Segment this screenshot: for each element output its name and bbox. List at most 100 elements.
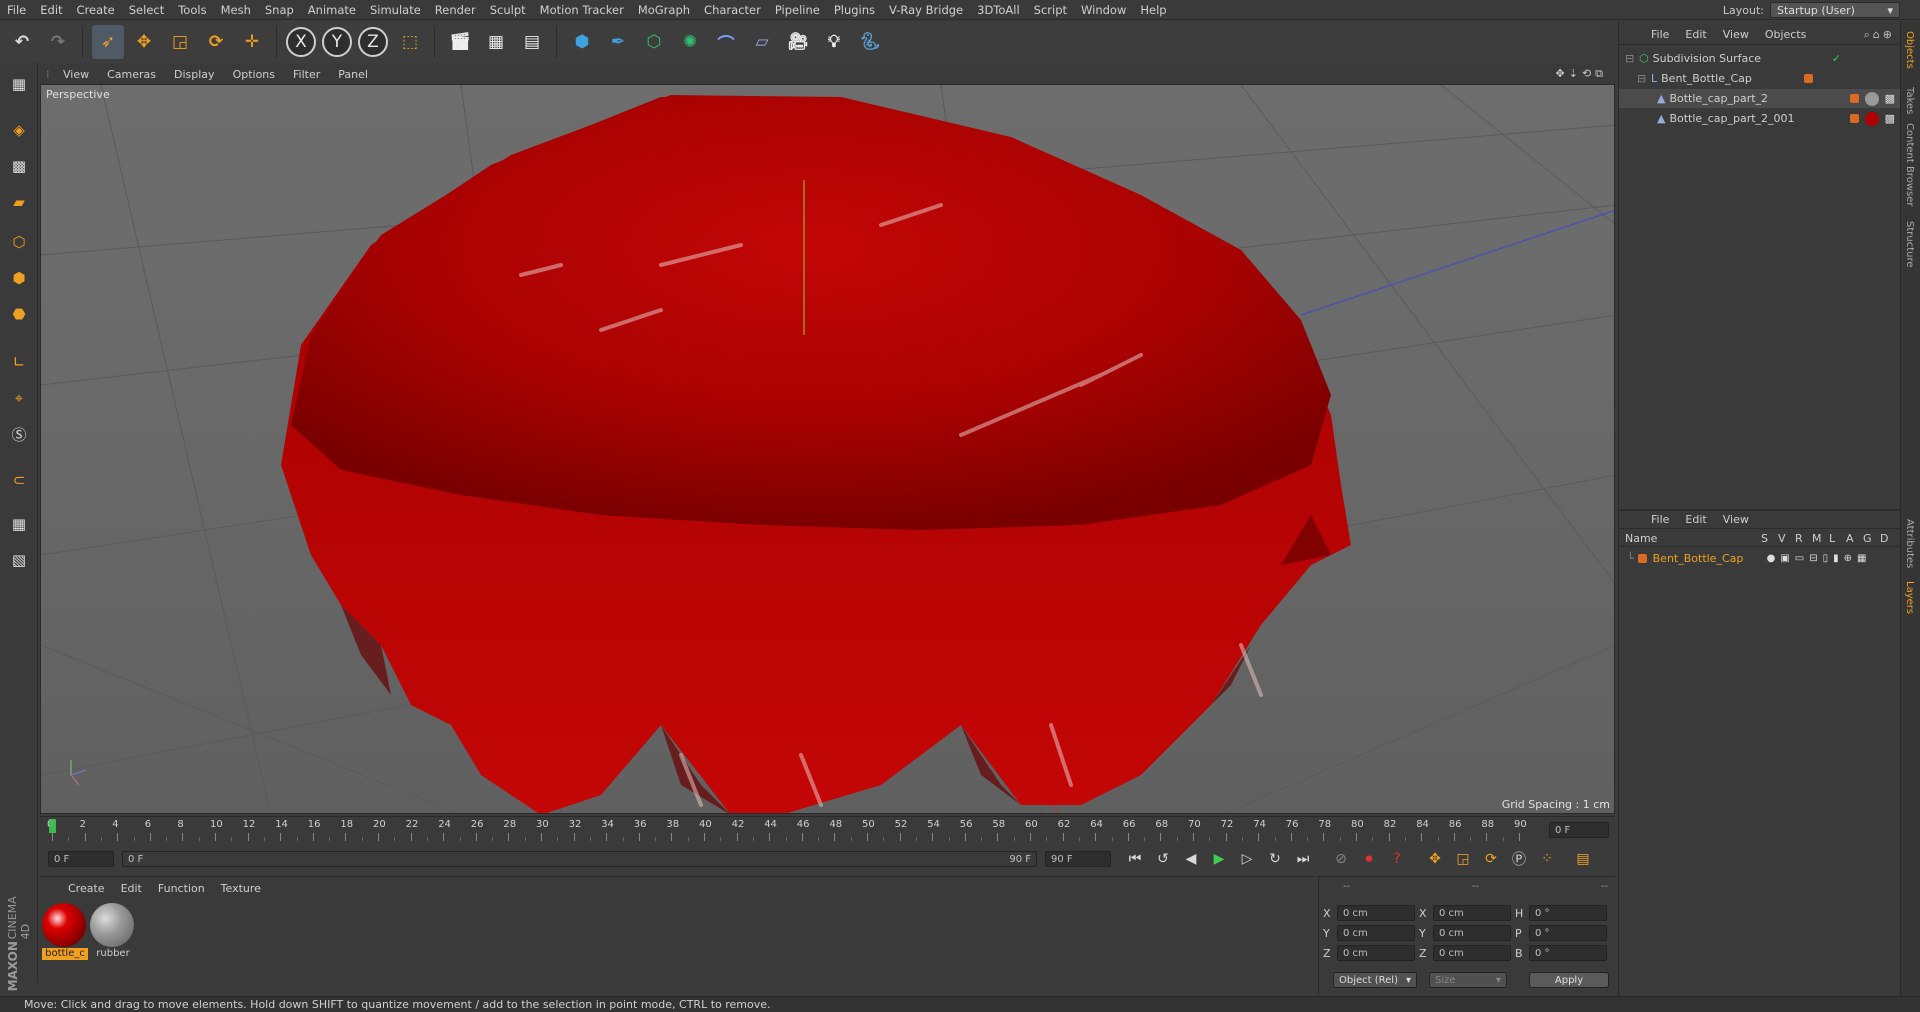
- layers-menu-edit[interactable]: Edit: [1677, 513, 1714, 526]
- material-menu-edit[interactable]: Edit: [113, 882, 150, 895]
- layer-color-swatch[interactable]: [1637, 554, 1647, 563]
- z-axis-lock-button[interactable]: Z: [358, 27, 388, 57]
- coordinate-system-button[interactable]: ⬚: [394, 25, 426, 59]
- points-mode-button[interactable]: ⬡: [4, 227, 34, 257]
- objects-menu-edit[interactable]: Edit: [1677, 28, 1714, 41]
- edges-mode-button[interactable]: ⬢: [4, 263, 34, 293]
- menu-window[interactable]: Window: [1074, 3, 1133, 17]
- move-tool-button[interactable]: ✥: [128, 25, 160, 59]
- tab-layers[interactable]: Layers: [1904, 581, 1915, 614]
- layer-toggle-icons[interactable]: ●▣▭⊟▯▮⊕▦: [1767, 553, 1872, 564]
- y-axis-lock-button[interactable]: Y: [322, 27, 352, 57]
- menu-3dtoall[interactable]: 3DToAll: [970, 3, 1027, 17]
- subdivision-surface-button[interactable]: ⬡: [638, 25, 670, 59]
- previous-key-button[interactable]: ↺: [1151, 848, 1175, 870]
- polygons-mode-button[interactable]: ⬣: [4, 299, 34, 329]
- viewport-menu-cameras[interactable]: Cameras: [98, 68, 165, 81]
- layer-row-bent-bottle-cap[interactable]: └ Bent_Bottle_Cap ●▣▭⊟▯▮⊕▦: [1619, 549, 1901, 568]
- play-button[interactable]: ▶: [1207, 848, 1231, 870]
- objects-menu-objects[interactable]: Objects: [1757, 28, 1815, 41]
- menu-tools[interactable]: Tools: [171, 3, 213, 17]
- snapping-button[interactable]: Ⓢ: [4, 419, 34, 449]
- layout-dropdown[interactable]: Startup (User) ▾: [1770, 2, 1900, 18]
- search-icon[interactable]: ⌕⌂⊕: [1864, 28, 1895, 42]
- next-key-button[interactable]: ↻: [1263, 848, 1287, 870]
- undo-button[interactable]: ↶: [6, 25, 38, 59]
- redo-button[interactable]: ↷: [42, 25, 74, 59]
- recent-tool-button[interactable]: ✛: [236, 25, 268, 59]
- menu-character[interactable]: Character: [697, 3, 768, 17]
- tab-structure[interactable]: Structure: [1904, 221, 1915, 268]
- key-parameter-button[interactable]: Ⓟ: [1507, 848, 1531, 870]
- size-mode-dropdown[interactable]: Size ▾: [1429, 972, 1507, 988]
- tree-item-bottle-cap-part-2-001[interactable]: ▲ Bottle_cap_part_2_001 ▩: [1619, 109, 1901, 128]
- frame-range-slider[interactable]: 0 F 90 F: [122, 851, 1037, 867]
- layer-color-swatch[interactable]: [1804, 74, 1813, 83]
- key-pla-button[interactable]: ⁘: [1535, 848, 1559, 870]
- pen-spline-button[interactable]: ✒: [602, 25, 634, 59]
- tab-content-browser[interactable]: Content Browser: [1904, 123, 1915, 206]
- tab-takes[interactable]: Takes: [1904, 87, 1915, 114]
- make-editable-button[interactable]: ▦: [4, 69, 34, 99]
- playhead[interactable]: [49, 819, 56, 833]
- workplane-mode-button[interactable]: ▰: [4, 187, 34, 217]
- viewport-menu-display[interactable]: Display: [165, 68, 224, 81]
- menu-file[interactable]: File: [0, 3, 33, 17]
- material-tag-rubber[interactable]: [1864, 91, 1879, 106]
- material-menu-texture[interactable]: Texture: [213, 882, 269, 895]
- magnet-button[interactable]: ⊂: [4, 465, 34, 495]
- position-z-field[interactable]: 0 cm: [1337, 945, 1415, 961]
- layer-name[interactable]: Bent_Bottle_Cap: [1653, 552, 1767, 565]
- menu-help[interactable]: Help: [1133, 3, 1173, 17]
- checker-tag-icon[interactable]: ▩: [1885, 112, 1895, 125]
- planar-workplane-button[interactable]: ▧: [4, 545, 34, 575]
- go-to-end-button[interactable]: ⏭: [1291, 848, 1315, 870]
- keyframe-selection-button[interactable]: ?: [1385, 848, 1409, 870]
- tree-item-bottle-cap-part-2[interactable]: ▲ Bottle_cap_part_2 ▩: [1619, 89, 1901, 108]
- timeline-ruler[interactable]: 0246810121416182022242628303234363840424…: [40, 816, 1615, 842]
- material-rubber[interactable]: rubber: [90, 903, 136, 961]
- layer-color-swatch[interactable]: [1849, 114, 1859, 123]
- tree-item-subdivision-surface[interactable]: ⊟ ⬡ Subdivision Surface ✓: [1619, 49, 1901, 68]
- checkmark-icon[interactable]: ✓: [1832, 52, 1841, 65]
- live-selection-button[interactable]: ➶: [92, 25, 124, 59]
- cube-object-button[interactable]: ⬢: [566, 25, 598, 59]
- key-scale-button[interactable]: ◲: [1451, 848, 1475, 870]
- material-bottle-cap[interactable]: bottle_c: [42, 903, 88, 961]
- size-z-field[interactable]: 0 cm: [1433, 945, 1511, 961]
- layers-menu-view[interactable]: View: [1715, 513, 1757, 526]
- render-view-button[interactable]: 🎬︎: [444, 25, 476, 59]
- size-x-field[interactable]: 0 cm: [1433, 905, 1511, 921]
- layers-menu-file[interactable]: File: [1643, 513, 1677, 526]
- rotation-b-field[interactable]: 0 °: [1529, 945, 1607, 961]
- menu-plugins[interactable]: Plugins: [827, 3, 882, 17]
- menu-pipeline[interactable]: Pipeline: [768, 3, 827, 17]
- next-frame-button[interactable]: ▷: [1235, 848, 1259, 870]
- size-y-field[interactable]: 0 cm: [1433, 925, 1511, 941]
- texture-mode-button[interactable]: ▩: [4, 151, 34, 181]
- viewport-nav-icons[interactable]: ✥⇣⟲⧉: [1555, 67, 1607, 81]
- menu-select[interactable]: Select: [122, 3, 171, 17]
- x-axis-lock-button[interactable]: X: [286, 27, 316, 57]
- camera-button[interactable]: 🎥︎: [782, 25, 814, 59]
- objects-menu-file[interactable]: File: [1643, 28, 1677, 41]
- floor-button[interactable]: ▱: [746, 25, 778, 59]
- objects-menu-view[interactable]: View: [1715, 28, 1757, 41]
- menu-script[interactable]: Script: [1027, 3, 1074, 17]
- rotation-p-field[interactable]: 0 °: [1529, 925, 1607, 941]
- menu-vray-bridge[interactable]: V-Ray Bridge: [882, 3, 970, 17]
- menu-animate[interactable]: Animate: [301, 3, 363, 17]
- viewport-menu-options[interactable]: Options: [224, 68, 284, 81]
- rotate-tool-button[interactable]: ⟳: [200, 25, 232, 59]
- render-picture-viewer-button[interactable]: ▦: [480, 25, 512, 59]
- viewport-menu-view[interactable]: View: [54, 68, 98, 81]
- light-button[interactable]: 💡︎: [818, 25, 850, 59]
- apply-button[interactable]: Apply: [1529, 972, 1609, 988]
- previous-frame-button[interactable]: ◀: [1179, 848, 1203, 870]
- viewport-menu-filter[interactable]: Filter: [284, 68, 329, 81]
- checker-tag-icon[interactable]: ▩: [1885, 92, 1895, 105]
- axis-mode-button[interactable]: ∟: [4, 347, 34, 377]
- menu-snap[interactable]: Snap: [258, 3, 301, 17]
- material-menu-create[interactable]: Create: [60, 882, 113, 895]
- python-button[interactable]: 🐍︎: [854, 25, 886, 59]
